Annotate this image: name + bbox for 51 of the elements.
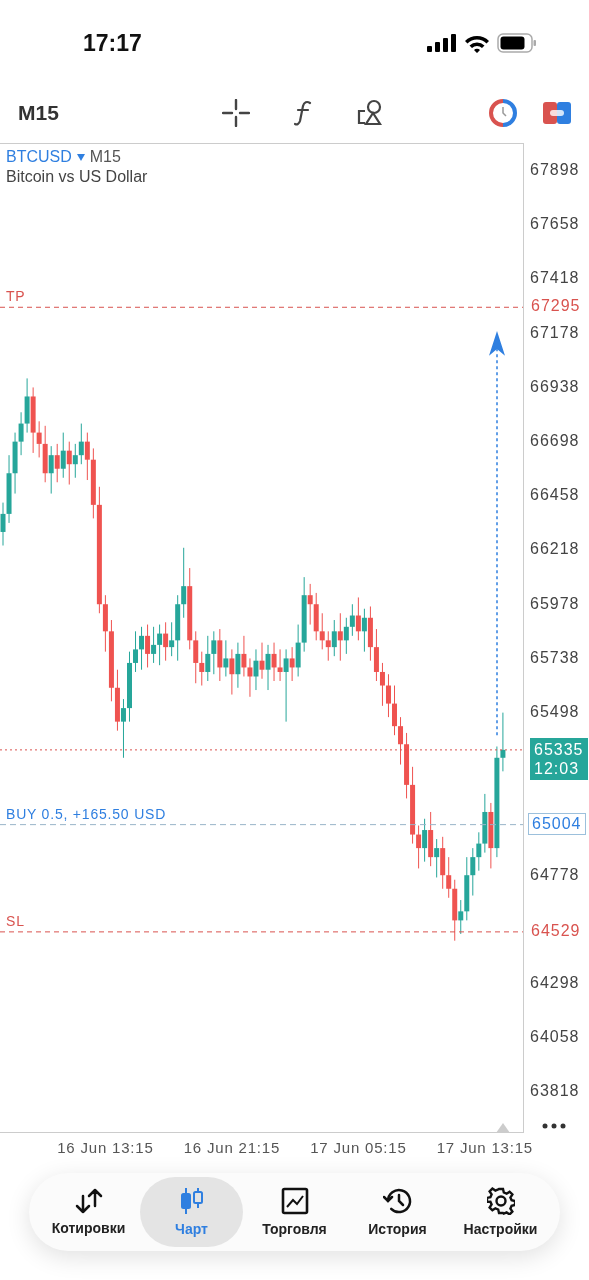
wifi-icon [464, 33, 490, 53]
price-tick-label: 67178 [530, 323, 580, 342]
symbol-timeframe: M15 [89, 148, 121, 166]
symbol-description: Bitcoin vs US Dollar [6, 168, 148, 186]
price-tick-label: 64058 [530, 1028, 580, 1047]
clock-time: 17:17 [83, 29, 142, 57]
price-tick-label: 67658 [530, 215, 580, 234]
price-tick-label: 67418 [530, 269, 580, 288]
line-chart-icon [280, 1187, 309, 1215]
nav-tab[interactable]: Настройки [449, 1177, 552, 1247]
nav-tab[interactable]: История [346, 1177, 449, 1247]
symbol-name[interactable]: BTCUSD [6, 148, 72, 166]
timeframe-selector[interactable]: M15 [18, 101, 222, 125]
level-price-label: 64529 [530, 920, 582, 941]
price-tick-label: 65498 [530, 703, 580, 722]
shapes-icon[interactable] [356, 99, 384, 127]
level-price-label: 65335 12:03 [530, 737, 588, 780]
price-tick-label: 65738 [530, 648, 580, 667]
more-icon[interactable] [542, 1123, 566, 1129]
function-icon[interactable] [294, 100, 312, 126]
history-icon [382, 1187, 413, 1215]
time-tick-label: 17 Jun 13:15 [436, 1139, 533, 1156]
time-tick-label: 16 Jun 21:15 [183, 1139, 281, 1156]
level-price-label: 67295 [530, 296, 582, 317]
time-tick-label: 17 Jun 05:15 [310, 1139, 407, 1156]
price-tick-label: 64778 [530, 865, 580, 884]
level-label: SL [6, 912, 25, 929]
price-tick-label: 66698 [530, 432, 580, 451]
time-tick-label: 16 Jun 13:15 [57, 1139, 154, 1156]
toggle-icon[interactable] [543, 102, 571, 124]
price-tick-label: 65978 [530, 594, 580, 613]
level-price-label: 65004 [528, 812, 586, 835]
clock-ring-icon[interactable] [489, 99, 517, 127]
candles-icon [178, 1187, 205, 1215]
price-tick-label: 64298 [530, 974, 580, 993]
price-tick-label: 67898 [530, 161, 580, 180]
level-label: TP [6, 288, 26, 305]
nav-tab[interactable]: Торговля [243, 1177, 346, 1247]
price-tick-label: 66458 [530, 486, 580, 505]
scroll-marker-icon[interactable] [496, 1123, 510, 1132]
settings-icon [486, 1187, 515, 1215]
price-tick-label: 66218 [530, 540, 580, 559]
battery-icon [497, 33, 537, 53]
price-tick-label: 66938 [530, 377, 580, 396]
price-tick-label: 63818 [530, 1082, 580, 1101]
crosshair-icon[interactable] [222, 99, 250, 127]
level-label: BUY 0.5, +165.50 USD [6, 805, 167, 822]
nav-tab[interactable]: Котировки [37, 1177, 140, 1247]
signal-icon [427, 34, 457, 52]
up-down-arrows-icon [73, 1188, 104, 1214]
dropdown-caret-icon[interactable] [76, 153, 85, 161]
